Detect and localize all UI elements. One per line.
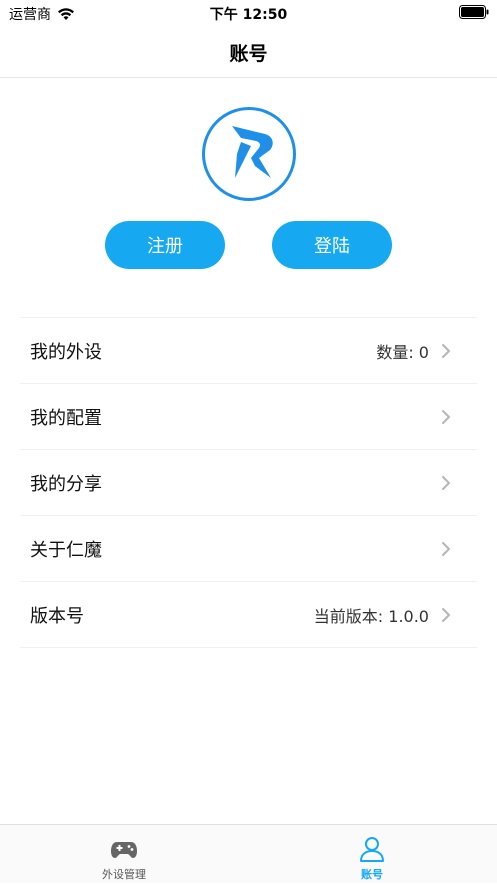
menu-item-label: 版本号	[30, 605, 84, 627]
gamepad-icon	[111, 842, 137, 858]
status-time: 下午 12:50	[209, 7, 288, 23]
chevron-right-icon	[442, 410, 450, 424]
person-icon	[360, 837, 384, 862]
tab-peripheral-management[interactable]: 外设管理	[0, 825, 248, 884]
menu-item-label: 我的配置	[30, 407, 102, 429]
menu-item-my-configs[interactable]: 我的配置	[20, 384, 477, 450]
current-version: 当前版本: 1.0.0	[313, 606, 429, 626]
menu-item-version[interactable]: 版本号 当前版本: 1.0.0	[20, 582, 477, 648]
tab-bar: 外设管理 账号	[0, 824, 497, 883]
menu-item-my-shares[interactable]: 我的分享	[20, 450, 477, 516]
tab-label: 外设管理	[102, 868, 146, 881]
tab-account[interactable]: 账号	[248, 825, 496, 884]
login-button[interactable]: 登陆	[272, 221, 392, 269]
tab-label: 账号	[361, 868, 383, 881]
chevron-right-icon	[442, 542, 450, 556]
peripheral-count: 数量: 0	[376, 342, 429, 362]
navigation-bar: 账号	[0, 26, 497, 78]
menu-item-label: 我的外设	[30, 341, 102, 363]
menu-item-label: 我的分享	[30, 473, 102, 495]
page-title: 账号	[229, 43, 268, 65]
register-button[interactable]: 注册	[105, 221, 225, 269]
chevron-right-icon	[442, 344, 450, 358]
chevron-right-icon	[442, 476, 450, 490]
app-logo	[202, 107, 296, 201]
account-menu-list: 我的外设 数量: 0 我的配置 我的分享 关于仁魔 版本号 当前版本: 1.0.…	[20, 317, 477, 648]
battery-icon	[459, 5, 489, 19]
menu-item-label: 关于仁魔	[30, 539, 102, 561]
status-bar: 运营商 下午 12:50	[0, 0, 497, 26]
chevron-right-icon	[442, 608, 450, 622]
menu-item-about[interactable]: 关于仁魔	[20, 516, 477, 582]
menu-item-my-peripherals[interactable]: 我的外设 数量: 0	[20, 318, 477, 384]
